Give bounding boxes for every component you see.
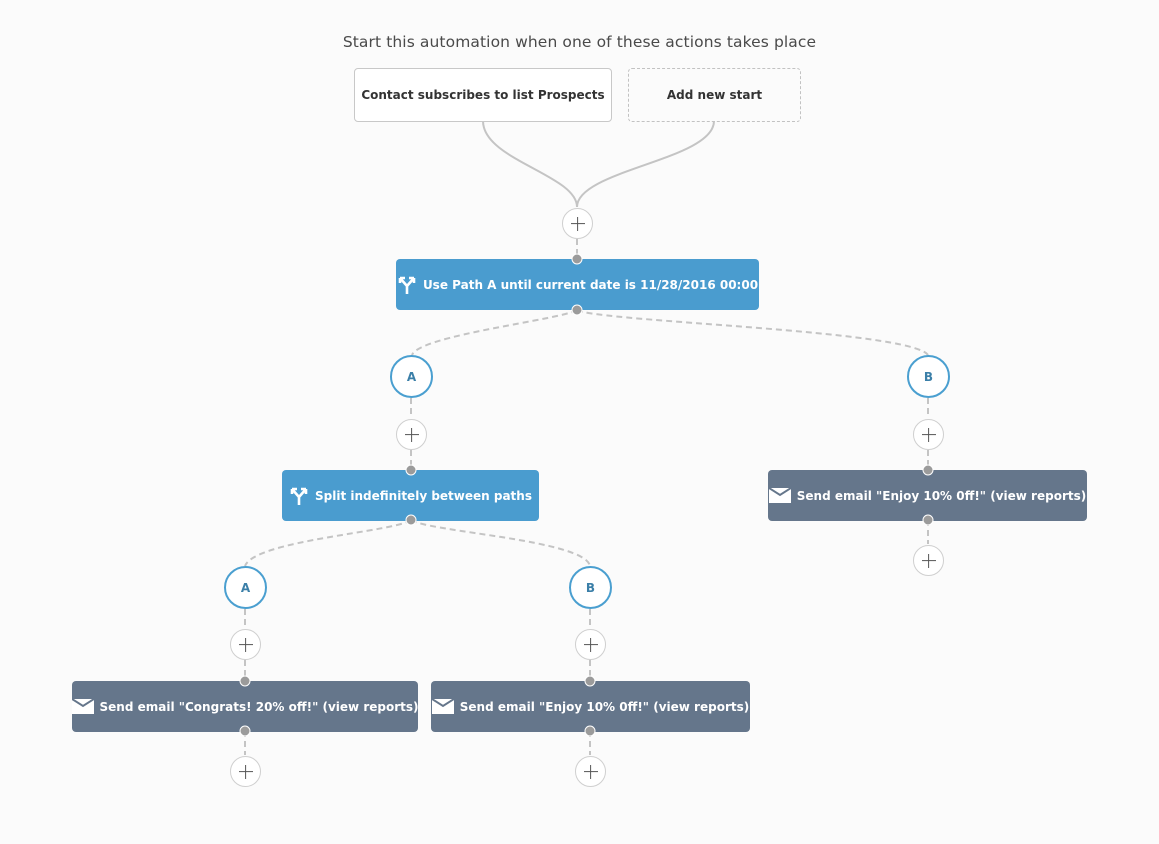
branch-b-label: B — [923, 369, 934, 384]
node-output-port — [405, 514, 417, 526]
node-input-port — [922, 464, 934, 476]
add-new-start-button[interactable]: Add new start — [628, 68, 801, 122]
add-step-plus-icon[interactable] — [575, 756, 606, 787]
node-input-port — [405, 464, 417, 476]
add-step-plus-icon[interactable] — [230, 629, 261, 660]
add-step-plus-icon[interactable] — [230, 756, 261, 787]
trigger-contact-subscribes[interactable]: Contact subscribes to list Prospects — [354, 68, 612, 122]
envelope-icon — [71, 699, 94, 714]
automation-canvas: Start this automation when one of these … — [0, 0, 1159, 844]
node-input-port — [571, 253, 583, 265]
connector-random-split-to-a — [244, 519, 412, 567]
envelope-icon — [768, 488, 791, 503]
email-node-b-label: Send email "Enjoy 10% 0ff!" (view report… — [796, 488, 1087, 503]
node-input-port — [239, 675, 251, 687]
connector-random-split-to-b — [410, 519, 591, 567]
connector-date-split-to-a — [411, 309, 578, 356]
email-node-a-a[interactable]: Send email "Congrats! 20% off!" (view re… — [71, 681, 419, 732]
branch-a-badge[interactable]: A — [390, 355, 433, 398]
email-node-b[interactable]: Send email "Enjoy 10% 0ff!" (view report… — [768, 470, 1087, 521]
node-output-port — [922, 514, 934, 526]
node-output-port — [239, 725, 251, 737]
trigger-label: Contact subscribes to list Prospects — [361, 88, 605, 102]
split-icon — [289, 486, 309, 506]
node-input-port — [584, 675, 596, 687]
random-split-node[interactable]: Split indefinitely between paths — [282, 470, 539, 521]
branch-b-badge[interactable]: B — [907, 355, 950, 398]
node-output-port — [571, 304, 583, 316]
trigger-connector-left — [482, 120, 578, 208]
add-step-plus-icon[interactable] — [913, 419, 944, 450]
email-node-a-a-label: Send email "Congrats! 20% off!" (view re… — [99, 699, 419, 714]
node-output-port — [584, 725, 596, 737]
add-step-plus-icon[interactable] — [575, 629, 606, 660]
date-split-node[interactable]: Use Path A until current date is 11/28/2… — [396, 259, 759, 310]
split-icon — [397, 275, 417, 295]
add-step-plus-icon[interactable] — [562, 208, 593, 239]
inner-branch-b-label: B — [585, 580, 596, 595]
inner-branch-b-badge[interactable]: B — [569, 566, 612, 609]
email-node-a-b-label: Send email "Enjoy 10% 0ff!" (view report… — [459, 699, 750, 714]
automation-heading: Start this automation when one of these … — [342, 33, 817, 51]
inner-branch-a-badge[interactable]: A — [224, 566, 267, 609]
inner-branch-a-label: A — [240, 580, 251, 595]
add-step-plus-icon[interactable] — [913, 545, 944, 576]
email-node-a-b[interactable]: Send email "Enjoy 10% 0ff!" (view report… — [431, 681, 750, 732]
add-step-plus-icon[interactable] — [396, 419, 427, 450]
add-new-start-label: Add new start — [666, 88, 763, 102]
connector-date-split-to-b — [576, 309, 929, 356]
branch-a-label: A — [406, 369, 417, 384]
trigger-connector-right — [576, 120, 715, 208]
date-split-label: Use Path A until current date is 11/28/2… — [422, 277, 759, 292]
random-split-label: Split indefinitely between paths — [315, 488, 532, 503]
envelope-icon — [431, 699, 454, 714]
